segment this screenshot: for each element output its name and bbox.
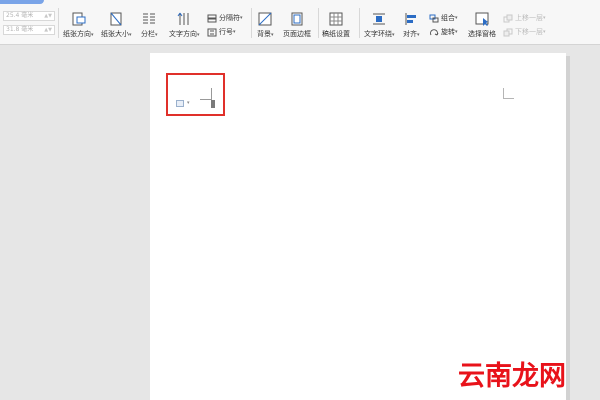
bring-forward-label: 上移一层	[515, 14, 543, 22]
page-border-icon	[289, 11, 305, 27]
page-size-label: 纸张大小	[101, 30, 129, 38]
text-wrap-icon	[371, 11, 387, 27]
page-border-button[interactable]: 页面边框	[283, 11, 311, 39]
line-numbers-icon	[207, 28, 217, 37]
page-border-label: 页面边框	[283, 30, 311, 38]
columns-label: 分栏	[141, 30, 155, 38]
line-numbers-button[interactable]: 行号 ▾	[207, 27, 236, 37]
align-icon	[403, 11, 419, 27]
selection-pane-icon	[474, 11, 490, 27]
align-button[interactable]: 对齐▾	[403, 11, 420, 39]
line-numbers-label: 行号	[219, 28, 233, 36]
separator	[359, 8, 360, 38]
text-wrap-label: 文字环绕	[364, 30, 392, 38]
page-orientation-icon	[70, 11, 86, 27]
send-backward-button[interactable]: 下移一层 ▾	[503, 27, 546, 37]
page-size-button[interactable]: 纸张大小▾	[101, 11, 132, 39]
page-shadow	[566, 56, 570, 400]
watermark: 云南龙网	[458, 361, 566, 392]
separator	[58, 8, 59, 38]
bring-forward-icon	[503, 14, 513, 23]
margin-top-field[interactable]: 25.4 毫米 ▲▼	[3, 11, 55, 21]
breaks-icon	[207, 14, 217, 23]
text-wrap-button[interactable]: 文字环绕▾	[364, 11, 395, 39]
selection-pane-button[interactable]: 选择窗格	[468, 11, 496, 39]
separator	[318, 8, 319, 38]
text-direction-label: 文字方向	[169, 30, 197, 38]
background-label: 背景	[257, 30, 271, 38]
columns-icon	[141, 11, 157, 27]
spinner-icon[interactable]: ▲▼	[44, 12, 52, 20]
text-direction-button[interactable]: 文字方向▾	[169, 11, 200, 39]
group-icon	[429, 14, 439, 23]
manuscript-setup-button[interactable]: 稿纸设置	[322, 11, 350, 39]
rotate-label: 旋转	[441, 28, 455, 36]
manuscript-setup-label: 稿纸设置	[322, 30, 350, 38]
send-backward-label: 下移一层	[515, 28, 543, 36]
text-direction-icon	[176, 11, 192, 27]
columns-button[interactable]: 分栏▾	[141, 11, 158, 39]
rotate-icon	[429, 28, 439, 37]
page-orientation-button[interactable]: 纸张方向▾	[63, 11, 94, 39]
page-orientation-label: 纸张方向	[63, 30, 91, 38]
breaks-label: 分隔符	[219, 14, 240, 22]
margin-bottom-value: 31.8 毫米	[6, 26, 34, 33]
page-corner-mark	[503, 88, 514, 99]
selection-pane-label: 选择窗格	[468, 30, 496, 38]
group-button[interactable]: 组合 ▾	[429, 13, 458, 23]
margin-top-value: 25.4 毫米	[6, 12, 34, 19]
ribbon-toolbar: 25.4 毫米 ▲▼ 31.8 毫米 ▲▼ 纸张方向▾ 纸张大小▾ 分栏▾ 文字…	[0, 0, 600, 45]
align-label: 对齐	[403, 30, 417, 38]
background-icon	[257, 11, 273, 27]
rotate-button[interactable]: 旋转 ▾	[429, 27, 458, 37]
send-backward-icon	[503, 28, 513, 37]
separator	[251, 8, 252, 38]
highlight-box	[166, 73, 225, 116]
breaks-button[interactable]: 分隔符 ▾	[207, 13, 243, 23]
background-button[interactable]: 背景▾	[257, 11, 274, 39]
grid-paper-icon	[328, 11, 344, 27]
group-label: 组合	[441, 14, 455, 22]
active-tab-indicator[interactable]	[0, 0, 44, 4]
margin-bottom-field[interactable]: 31.8 毫米 ▲▼	[3, 25, 55, 35]
page-size-icon	[108, 11, 124, 27]
spinner-icon[interactable]: ▲▼	[44, 26, 52, 34]
bring-forward-button[interactable]: 上移一层 ▾	[503, 13, 546, 23]
